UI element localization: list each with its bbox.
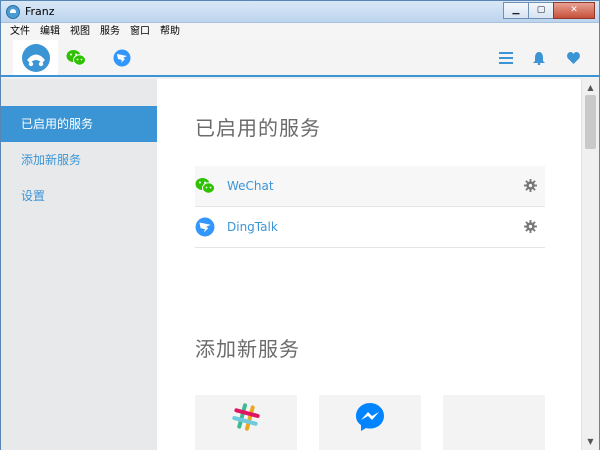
service-row-dingtalk[interactable]: DingTalk [195, 207, 545, 248]
service-name: DingTalk [227, 220, 278, 234]
franz-app-icon [6, 5, 20, 19]
main-scrollbar[interactable]: ▲ ▼ [581, 79, 599, 450]
maximize-button[interactable]: ▢ [528, 2, 554, 19]
scroll-down-arrow-icon[interactable]: ▼ [582, 433, 599, 450]
app-window: Franz ▁ ▢ ✕ 文件 编辑 视图 服务 窗口 帮助 已启用的服务 添加新… [0, 0, 600, 450]
menu-help[interactable]: 帮助 [155, 23, 185, 40]
dingtalk-icon [113, 49, 130, 66]
menu-window[interactable]: 窗口 [125, 23, 155, 40]
add-service-title: 添加新服务 [195, 337, 300, 361]
gear-icon[interactable] [524, 179, 537, 192]
close-button[interactable]: ✕ [553, 2, 595, 19]
settings-sidebar: 已启用的服务 添加新服务 设置 [1, 79, 157, 450]
tab-wechat[interactable] [53, 40, 98, 75]
title-bar[interactable]: Franz ▁ ▢ ✕ [1, 1, 599, 23]
service-row-wechat[interactable]: WeChat [195, 166, 545, 207]
tab-dingtalk[interactable] [99, 40, 144, 75]
menu-bar: 文件 编辑 视图 服务 窗口 帮助 [1, 23, 599, 40]
sidebar-item-enabled-services[interactable]: 已启用的服务 [1, 106, 157, 142]
sidebar-item-add-service[interactable]: 添加新服务 [1, 142, 157, 178]
minimize-button[interactable]: ▁ [503, 2, 529, 19]
menu-view[interactable]: 视图 [65, 23, 95, 40]
wechat-icon [66, 49, 86, 66]
menu-edit[interactable]: 编辑 [35, 23, 65, 40]
menu-services[interactable]: 服务 [95, 23, 125, 40]
dingtalk-icon [195, 217, 215, 237]
service-tile-slack[interactable] [195, 395, 297, 450]
slack-icon [232, 403, 260, 431]
menu-file[interactable]: 文件 [5, 23, 35, 40]
service-tab-bar [1, 40, 599, 77]
heart-icon[interactable] [565, 50, 581, 66]
bell-icon[interactable] [531, 50, 547, 66]
scroll-up-arrow-icon[interactable]: ▲ [582, 79, 599, 96]
sidebar-item-settings[interactable]: 设置 [1, 178, 157, 214]
tab-franz-settings[interactable] [13, 40, 58, 75]
service-tile[interactable] [443, 395, 545, 450]
service-name: WeChat [227, 179, 274, 193]
messenger-icon [356, 403, 384, 431]
service-tile-messenger[interactable] [319, 395, 421, 450]
enabled-services-title: 已启用的服务 [195, 116, 321, 140]
window-title: Franz [25, 5, 55, 18]
main-content: 已启用的服务 WeChat DingTalk 添加新服务 [157, 79, 581, 450]
gear-icon[interactable] [524, 220, 537, 233]
scroll-thumb[interactable] [585, 95, 596, 149]
wechat-icon [195, 178, 215, 194]
window-controls: ▁ ▢ ✕ [503, 2, 595, 19]
menu-icon[interactable] [498, 50, 514, 66]
franz-logo-icon [21, 43, 50, 72]
